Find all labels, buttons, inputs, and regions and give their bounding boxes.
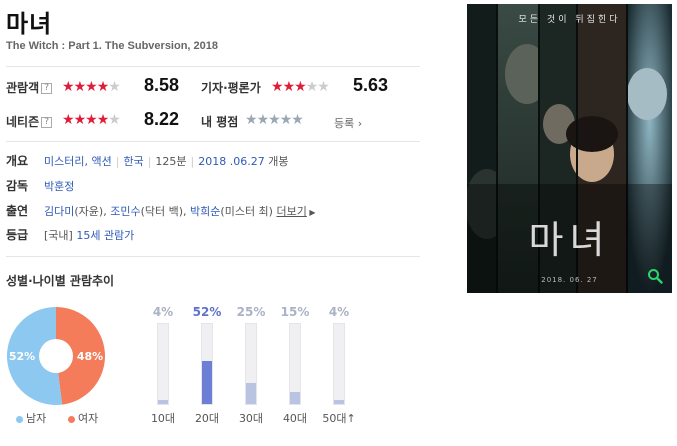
- cast-link[interactable]: 조민수: [110, 205, 140, 218]
- star-icon: ★: [282, 79, 296, 95]
- divider: [6, 66, 420, 67]
- critic-score: 5.63: [353, 75, 389, 95]
- star-icon: ★: [85, 112, 98, 128]
- age-bar-fill: [334, 400, 344, 404]
- age-pct-label: 52%: [192, 305, 222, 319]
- help-icon[interactable]: ?: [41, 117, 53, 128]
- genre-link[interactable]: 미스터리, 액션: [44, 155, 112, 168]
- star-icon: ★: [96, 79, 110, 95]
- star-icon: ★: [85, 79, 98, 95]
- star-icon: ★: [108, 112, 121, 128]
- star-icon[interactable]: ★: [280, 112, 293, 128]
- movie-subtitle: The Witch : Part 1. The Subversion, 2018: [6, 40, 219, 52]
- age-bar-fill: [202, 361, 212, 404]
- age-bar-track: [157, 323, 169, 405]
- audience-stars: ★★★★★: [62, 79, 121, 95]
- overview-row: 미스터리, 액션 | 한국 | 125분 | 2018 .06.27 개봉: [44, 155, 289, 168]
- director-link[interactable]: 박훈정: [44, 180, 74, 193]
- age-label: 20대: [194, 412, 220, 425]
- star-icon[interactable]: ★: [257, 112, 270, 128]
- cast-label: 출연: [6, 204, 29, 218]
- audience-score: 8.58: [144, 75, 180, 95]
- grade-row: [국내] 15세 관람가: [44, 229, 135, 242]
- star-icon: ★: [108, 79, 121, 95]
- release-suffix: 개봉: [268, 155, 289, 168]
- netizen-rating-label: 네티즌?: [6, 113, 53, 130]
- chevron-right-icon: ›: [354, 117, 363, 130]
- donut-hole: [39, 339, 73, 373]
- grade-link[interactable]: 15세 관람가: [76, 229, 134, 242]
- star-icon: ★: [271, 79, 284, 95]
- poster-tagline: 모든 것이 뒤집힌다: [518, 15, 621, 25]
- male-pct-label: 52%: [9, 350, 35, 363]
- release-date-link[interactable]: 2018 .06.27: [198, 155, 264, 168]
- critic-rating-label: 기자·평론가: [201, 81, 261, 95]
- star-icon[interactable]: ★: [268, 112, 281, 128]
- cast-row: 김다미(자윤), 조민수(닥터 백), 박희순(미스터 최) 더보기 ▶: [44, 205, 316, 218]
- age-pct-label: 25%: [236, 305, 266, 319]
- legend-female: 여자: [68, 410, 98, 426]
- age-label: 10대: [150, 412, 176, 425]
- trend-title: 성별·나이별 관람추이: [6, 274, 115, 288]
- age-label: 30대: [238, 412, 264, 425]
- age-label: 50대↑: [322, 412, 356, 425]
- star-icon: ★: [62, 79, 75, 95]
- female-pct-label: 48%: [77, 350, 103, 363]
- movie-poster[interactable]: 모든 것이 뒤집힌다 마녀 2018. 06. 27: [467, 4, 672, 293]
- age-bar-fill: [246, 383, 256, 404]
- age-bar-track: [201, 323, 213, 405]
- critic-stars: ★★★★★: [271, 79, 330, 95]
- netizen-score: 8.22: [144, 109, 180, 129]
- divider: [6, 256, 420, 257]
- caret-right-icon: ▶: [306, 208, 316, 217]
- country-link[interactable]: 한국: [123, 155, 143, 168]
- star-icon: ★: [73, 79, 87, 95]
- my-rating-stars[interactable]: ★★★★★: [245, 112, 304, 128]
- star-icon: ★: [317, 79, 330, 95]
- age-pct-label: 15%: [280, 305, 310, 319]
- movie-title: 마녀: [6, 10, 53, 38]
- audience-rating-label: 관람객?: [6, 79, 53, 96]
- male-dot-icon: [16, 415, 23, 423]
- star-icon[interactable]: ★: [245, 112, 258, 128]
- cast-link[interactable]: 박희순: [190, 205, 220, 218]
- legend-male: 남자: [16, 410, 46, 426]
- age-bar-fill: [290, 392, 300, 404]
- director-label: 감독: [6, 179, 29, 193]
- divider: [6, 141, 420, 142]
- cast-link[interactable]: 김다미: [44, 205, 74, 218]
- star-icon[interactable]: ★: [291, 112, 304, 128]
- age-bar-fill: [158, 400, 168, 404]
- netizen-stars: ★★★★★: [62, 112, 121, 128]
- director-row: 박훈정: [44, 178, 74, 194]
- star-icon: ★: [62, 112, 75, 128]
- age-label: 40대: [282, 412, 308, 425]
- help-icon[interactable]: ?: [41, 83, 53, 94]
- age-bar-track: [289, 323, 301, 405]
- poster-date: 2018. 06. 27: [541, 276, 598, 284]
- female-dot-icon: [68, 415, 75, 423]
- age-bar-track: [333, 323, 345, 405]
- star-icon: ★: [73, 112, 87, 128]
- age-bar-track: [245, 323, 257, 405]
- my-rating-label: 내 평점: [201, 115, 239, 129]
- age-pct-label: 4%: [328, 305, 350, 319]
- star-icon: ★: [305, 79, 319, 95]
- magnifier-icon[interactable]: [647, 268, 663, 284]
- poster-logo: 마녀: [528, 218, 611, 262]
- gender-pie-chart: 52% 48%: [6, 307, 105, 405]
- star-icon: ★: [294, 79, 307, 95]
- age-pct-label: 4%: [152, 305, 174, 319]
- runtime: 125분: [155, 155, 187, 168]
- star-icon: ★: [96, 112, 110, 128]
- register-rating-link[interactable]: 등록 ›: [334, 115, 362, 131]
- more-cast-link[interactable]: 더보기: [276, 205, 306, 218]
- overview-label: 개요: [6, 154, 29, 168]
- grade-label: 등급: [6, 228, 29, 242]
